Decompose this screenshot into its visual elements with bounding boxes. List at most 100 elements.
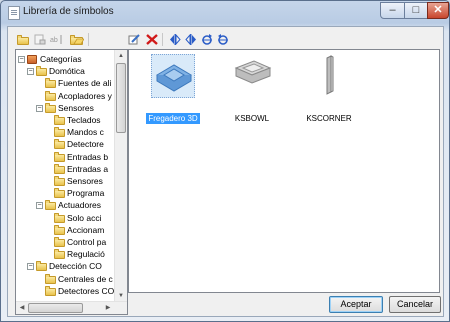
folder-icon bbox=[36, 261, 47, 272]
close-button[interactable]: ✕ bbox=[427, 2, 449, 19]
flip-horizontal-icon[interactable] bbox=[169, 33, 181, 46]
cancel-button[interactable]: Cancelar bbox=[389, 296, 441, 313]
tree-item[interactable]: Regulació bbox=[16, 248, 114, 260]
rotate-ccw-icon[interactable] bbox=[217, 34, 229, 45]
ksbowl-thumbnail bbox=[230, 54, 274, 98]
dialog-client: ab − Categorías − Domótica Fuentes de ali Aco… bbox=[7, 26, 444, 317]
tree-item[interactable]: Solo acci bbox=[16, 212, 114, 224]
symbol-item[interactable]: KSCORNER bbox=[297, 54, 361, 128]
tree-item-label: Detectores CO bbox=[58, 285, 114, 296]
tree-item[interactable]: − Sensores bbox=[16, 102, 114, 114]
accept-button[interactable]: Aceptar bbox=[329, 296, 383, 313]
symbol-label: KSCORNER bbox=[306, 114, 352, 123]
tree-expander-icon[interactable]: − bbox=[27, 263, 34, 271]
tree-item[interactable]: Acopladores y bbox=[16, 90, 114, 102]
category-tree[interactable]: − Categorías − Domótica Fuentes de ali Acopla… bbox=[15, 49, 128, 315]
folder-icon bbox=[45, 200, 56, 211]
tree-item[interactable]: Accionam bbox=[16, 224, 114, 236]
folder-icon bbox=[54, 224, 65, 235]
tree-item[interactable]: Entradas b bbox=[16, 151, 114, 163]
scroll-thumb[interactable] bbox=[116, 63, 126, 133]
symbol-label: KSBOWL bbox=[234, 114, 270, 123]
tree-item[interactable]: Programa bbox=[16, 187, 114, 199]
delete-icon[interactable] bbox=[146, 34, 158, 45]
folder-icon bbox=[54, 163, 65, 174]
tree-expander-icon[interactable]: − bbox=[36, 104, 43, 112]
folder-icon bbox=[45, 90, 56, 101]
hscroll-thumb[interactable] bbox=[28, 303, 83, 313]
new-item-icon[interactable] bbox=[34, 34, 46, 45]
tree-item[interactable]: Mandos c bbox=[16, 126, 114, 138]
svg-text:ab: ab bbox=[50, 37, 58, 44]
rename-icon[interactable]: ab bbox=[50, 34, 64, 45]
toolbar-separator bbox=[88, 33, 89, 46]
minimize-button[interactable]: – bbox=[380, 2, 405, 19]
tree-item-label: Fuentes de ali bbox=[58, 78, 112, 89]
tree-item-label: Programa bbox=[67, 188, 105, 199]
edit-icon[interactable] bbox=[128, 34, 140, 45]
new-folder-icon[interactable] bbox=[17, 34, 29, 45]
folder-icon bbox=[45, 102, 56, 113]
tree-item-label: Centrales de c bbox=[58, 273, 113, 284]
folder-icon bbox=[45, 273, 56, 284]
tree-item-label: Regulació bbox=[67, 249, 105, 260]
symbol-item[interactable]: Fregadero 3D bbox=[141, 54, 205, 128]
tree-item-label: Detectore bbox=[67, 139, 104, 150]
tree-item[interactable]: Detectore bbox=[16, 138, 114, 150]
tree-expander-icon[interactable]: − bbox=[27, 68, 34, 76]
sink-3d-thumbnail bbox=[151, 54, 195, 98]
tree-item[interactable]: − Domótica bbox=[16, 65, 114, 77]
rotate-cw-icon[interactable] bbox=[201, 34, 213, 45]
folder-icon bbox=[36, 66, 47, 77]
tree-item[interactable]: Teclados bbox=[16, 114, 114, 126]
folder-icon bbox=[54, 176, 65, 186]
folder-icon bbox=[45, 78, 56, 89]
folder-icon bbox=[54, 188, 65, 199]
tree-item[interactable]: Entradas a bbox=[16, 163, 114, 175]
tree-item-label: Acopladores y bbox=[58, 90, 112, 101]
folder-icon bbox=[54, 151, 65, 162]
tree-item-label: Actuadores bbox=[58, 200, 101, 211]
tree-item-label: Mandos c bbox=[67, 127, 104, 138]
tree-item[interactable]: − Detección CO bbox=[16, 260, 114, 272]
symbol-label: Fregadero 3D bbox=[146, 113, 200, 124]
tree-item-label: Categorías bbox=[40, 54, 82, 64]
dialog-window: Librería de símbolos – □ ✕ ab − Categorí… bbox=[0, 0, 450, 322]
tree-item[interactable]: Fuentes de ali bbox=[16, 77, 114, 89]
window-title: Librería de símbolos bbox=[23, 6, 114, 17]
tree-item-label: Entradas a bbox=[67, 163, 109, 174]
flip-vertical-icon[interactable] bbox=[185, 33, 197, 46]
maximize-button[interactable]: □ bbox=[404, 2, 428, 19]
title-bar[interactable]: Librería de símbolos – □ ✕ bbox=[1, 1, 449, 25]
tree-item[interactable]: − Actuadores bbox=[16, 199, 114, 211]
tree-vertical-scrollbar[interactable]: ▲ ▼ bbox=[114, 50, 127, 302]
tree-item-label: Solo acci bbox=[67, 212, 102, 223]
folder-icon bbox=[54, 115, 65, 125]
tree-item-label: Sensores bbox=[58, 102, 94, 113]
tree-item[interactable]: Control pa bbox=[16, 236, 114, 248]
symbol-list[interactable]: Fregadero 3D KSBOWL KSCORNER bbox=[128, 49, 440, 293]
tree-expander-icon[interactable]: − bbox=[18, 56, 25, 63]
tree-item-label: Teclados bbox=[67, 115, 101, 125]
tree-item[interactable]: Centrales de c bbox=[16, 273, 114, 285]
symbol-item[interactable]: KSBOWL bbox=[220, 54, 284, 128]
folder-icon bbox=[54, 237, 65, 247]
tree-item-label: Detección CO bbox=[49, 261, 102, 272]
tree-item[interactable]: Sensores bbox=[16, 175, 114, 187]
scroll-right-arrow[interactable]: ▶ bbox=[102, 302, 114, 314]
scroll-left-arrow[interactable]: ◀ bbox=[16, 302, 28, 314]
folder-icon bbox=[54, 127, 65, 138]
tree-item[interactable]: Detectores CO bbox=[16, 285, 114, 297]
tree-item-label: Domótica bbox=[49, 66, 85, 77]
tree-item-label: Accionam bbox=[67, 224, 105, 235]
category-root-icon bbox=[27, 55, 37, 64]
scroll-up-arrow[interactable]: ▲ bbox=[115, 50, 127, 62]
tree-item[interactable]: − Categorías bbox=[16, 53, 114, 65]
tree-expander-icon[interactable]: − bbox=[36, 202, 43, 210]
open-folder-icon[interactable] bbox=[70, 34, 84, 45]
tree-items: − Categorías − Domótica Fuentes de ali Acopla… bbox=[16, 50, 114, 302]
tree-horizontal-scrollbar[interactable]: ◀ ▶ bbox=[16, 301, 127, 314]
tree-item-label: Entradas b bbox=[67, 151, 109, 162]
toolbar-separator-2 bbox=[162, 33, 163, 46]
tree-item-label: Sensores bbox=[67, 176, 103, 186]
